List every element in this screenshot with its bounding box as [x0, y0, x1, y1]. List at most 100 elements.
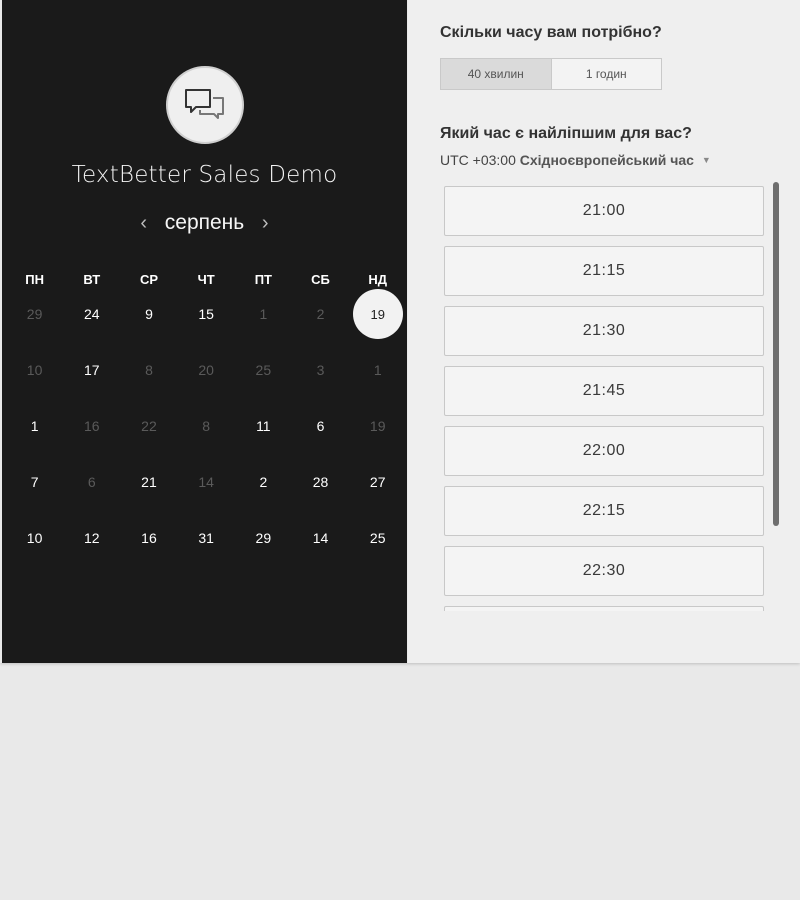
- calendar-day: 19: [349, 398, 406, 454]
- brand-title: TextBetter Sales Demo: [71, 162, 338, 188]
- timezone-dropdown[interactable]: UTC +03:00 Східноєвропейський час ▼: [440, 152, 711, 168]
- calendar-day: 3: [292, 342, 349, 398]
- calendar-day[interactable]: 21: [120, 454, 177, 510]
- month-label: серпень: [164, 211, 245, 234]
- duration-option-1hour[interactable]: 1 годин: [550, 59, 662, 89]
- calendar-day[interactable]: 16: [120, 510, 177, 566]
- calendar-day-number: 10: [26, 362, 43, 378]
- calendar-day[interactable]: 27: [349, 454, 406, 510]
- calendar-day-number: 25: [369, 530, 386, 546]
- calendar-day-number: 28: [312, 474, 329, 490]
- calendar-day[interactable]: 9: [120, 286, 177, 342]
- calendar-day[interactable]: 10: [6, 510, 63, 566]
- time-slot-button[interactable]: 21:30: [444, 306, 764, 356]
- calendar-day[interactable]: 14: [292, 510, 349, 566]
- calendar-day[interactable]: 7: [6, 454, 63, 510]
- calendar-day-number: 29: [255, 530, 272, 546]
- calendar-day-number: 20: [198, 362, 214, 378]
- calendar-day-number: 1: [259, 306, 268, 322]
- calendar-day[interactable]: 1: [6, 398, 63, 454]
- calendar-day[interactable]: 15: [178, 286, 235, 342]
- calendar-day-number: 12: [83, 530, 100, 546]
- time-slot-list: 21:00 21:15 21:30 21:45 22:00 22:15 22:30: [444, 186, 766, 611]
- calendar-day[interactable]: 6: [292, 398, 349, 454]
- calendar-day-number: 21: [141, 474, 157, 490]
- time-slot-button[interactable]: 22:15: [444, 486, 764, 536]
- brand-logo: [166, 66, 244, 144]
- calendar-day: 10: [6, 342, 63, 398]
- time-slot-button[interactable]: 21:00: [444, 186, 764, 236]
- calendar-day-number: 1: [30, 418, 39, 434]
- calendar-day-number: 17: [83, 362, 100, 378]
- chat-bubbles-icon: [185, 89, 224, 119]
- chevron-left-icon[interactable]: ‹: [137, 212, 151, 235]
- calendar-day-number: 2: [259, 474, 268, 490]
- calendar-day-number: 29: [26, 306, 43, 322]
- calendar-day-number: 10: [26, 530, 43, 546]
- time-question: Який час є найліпшим для вас?: [440, 125, 692, 142]
- calendar-day[interactable]: 11: [235, 398, 292, 454]
- duration-option-40min[interactable]: 40 хвилин: [441, 59, 551, 89]
- time-slot-button[interactable]: 22:00: [444, 426, 764, 476]
- calendar-day[interactable]: 12: [63, 510, 120, 566]
- calendar-day: 8: [178, 398, 235, 454]
- timezone-name: Східноєвропейський час: [519, 152, 694, 168]
- calendar-day-number: 11: [256, 418, 271, 434]
- calendar-day-number: 19: [352, 289, 403, 339]
- duration-question: Скільки часу вам потрібно?: [440, 24, 662, 41]
- calendar-day[interactable]: 17: [63, 342, 120, 398]
- calendar-day: 1: [349, 342, 406, 398]
- time-slot-button[interactable]: 22:30: [444, 546, 764, 596]
- calendar-day-number: 16: [141, 530, 157, 546]
- time-slot-button[interactable]: [444, 606, 764, 611]
- calendar-day-number: 6: [87, 474, 96, 490]
- calendar-panel: TextBetter Sales Demo ‹ серпень › ПН ВТ СР…: [2, 0, 407, 663]
- calendar-day-number: 3: [316, 362, 325, 378]
- day-grid: 29 24 9 15 1 2 19 10 17 8 20 25 3 1 1 16 22 8 11 6 19 7 6 21 14 2…: [6, 286, 406, 566]
- calendar-day-number: 27: [369, 474, 386, 490]
- calendar-day-number: 14: [312, 530, 329, 546]
- calendar-day: 2: [292, 286, 349, 342]
- calendar-day: 29: [6, 286, 63, 342]
- duration-selector: 40 хвилин 1 годин: [440, 58, 662, 90]
- calendar-day: 16: [63, 398, 120, 454]
- calendar-day-number: 24: [83, 306, 100, 322]
- time-slot-button[interactable]: 21:15: [444, 246, 764, 296]
- calendar-day: 14: [178, 454, 235, 510]
- calendar-day: 6: [63, 454, 120, 510]
- calendar-day-number: 2: [316, 306, 325, 322]
- timezone-offset: UTC +03:00: [440, 152, 516, 168]
- calendar-day: 22: [120, 398, 177, 454]
- calendar-day: 20: [178, 342, 235, 398]
- calendar-day[interactable]: 28: [292, 454, 349, 510]
- calendar-day-number: 25: [255, 362, 272, 378]
- caret-down-icon: ▼: [701, 155, 711, 165]
- time-panel: Скільки часу вам потрібно? 40 хвилин 1 г…: [408, 0, 800, 663]
- slot-list-scrollbar[interactable]: [773, 182, 779, 526]
- calendar-day-number: 15: [198, 306, 214, 322]
- calendar-day-number: 16: [83, 418, 100, 434]
- calendar-day-number: 1: [373, 362, 382, 378]
- calendar-day-number: 8: [202, 418, 211, 434]
- calendar-day-number: 6: [316, 418, 325, 434]
- calendar-day-number: 7: [30, 474, 39, 490]
- calendar-day-number: 9: [145, 306, 153, 322]
- scheduler-widget: TextBetter Sales Demo ‹ серпень › ПН ВТ СР…: [0, 0, 800, 663]
- calendar-day-number: 19: [369, 418, 386, 434]
- calendar-day: 8: [120, 342, 177, 398]
- calendar-day-selected[interactable]: 19: [349, 286, 406, 342]
- calendar-day-number: 22: [141, 418, 157, 434]
- calendar-day[interactable]: 31: [178, 510, 235, 566]
- chevron-right-icon[interactable]: ›: [258, 212, 272, 235]
- calendar-day[interactable]: 25: [349, 510, 406, 566]
- calendar-day-number: 31: [198, 530, 214, 546]
- month-navigation: ‹ серпень ›: [2, 208, 407, 238]
- calendar-day[interactable]: 2: [235, 454, 292, 510]
- time-slot-button[interactable]: 21:45: [444, 366, 764, 416]
- calendar-day-number: 8: [145, 362, 153, 378]
- calendar-day: 25: [235, 342, 292, 398]
- calendar-day[interactable]: 24: [63, 286, 120, 342]
- calendar-day: 1: [235, 286, 292, 342]
- calendar-day[interactable]: 29: [235, 510, 292, 566]
- calendar-day-number: 14: [198, 474, 214, 490]
